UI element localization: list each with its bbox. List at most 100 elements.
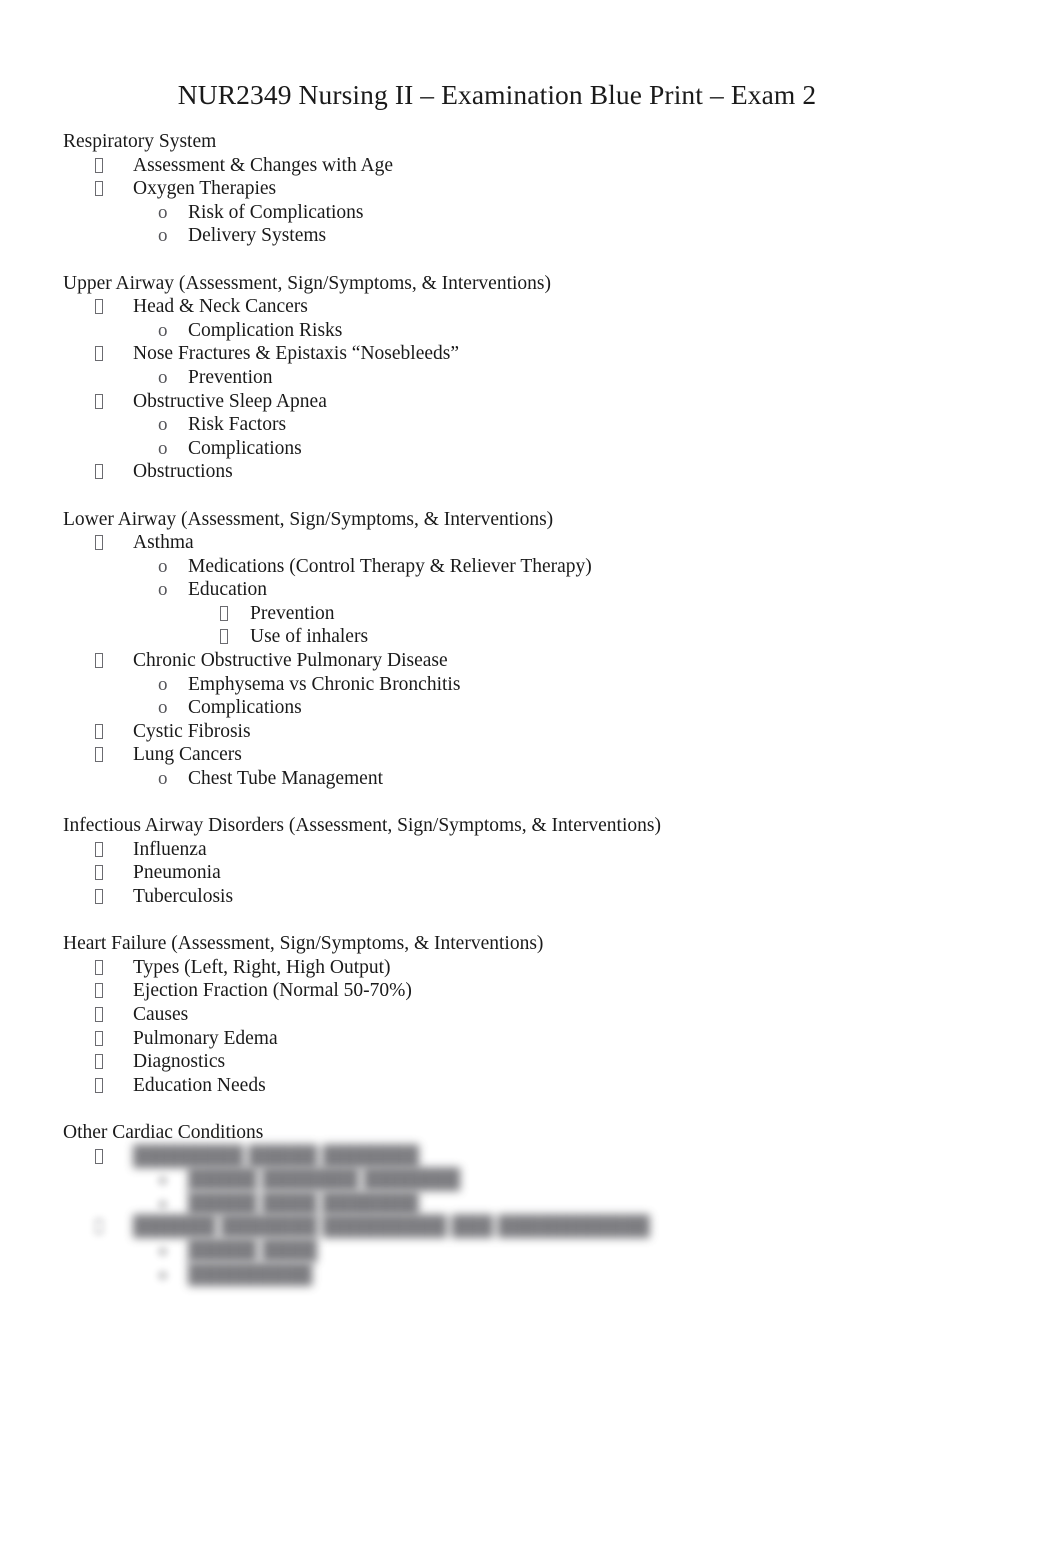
bullet-marker-box-icon [95, 979, 133, 1003]
missing-glyph-box-icon [95, 841, 103, 857]
outline-item-level-1: Ejection Fraction (Normal 50-70%) [63, 979, 1003, 1003]
outline-item-level-1: Pulmonary Edema [63, 1027, 1003, 1051]
bullet-marker-circle-icon: o [158, 673, 168, 695]
outline-item-label: Complication Risks [188, 319, 343, 341]
bullet-marker-circle-icon: o [158, 225, 168, 247]
missing-glyph-box-icon [220, 629, 228, 645]
bullet-marker-circle-icon: o [158, 201, 168, 223]
outline-item-level-2: o Medications (Control Therapy & Reliever… [63, 555, 1003, 579]
outline-content: Respiratory System Assessment & Changes w… [63, 130, 1003, 1286]
outline-item-label: Education [188, 579, 268, 601]
outline-item-level-1: Diagnostics [63, 1050, 1003, 1074]
outline-item-label: Complications [188, 437, 302, 459]
outline-item-label: Influenza [133, 838, 207, 860]
bullet-marker-circle-icon: o [158, 1263, 168, 1285]
outline-item-label: Prevention [188, 366, 273, 388]
outline-item-label: Medications (Control Therapy & Reliever … [188, 555, 592, 577]
bullet-marker-circle-icon: o [158, 579, 168, 601]
bullet-marker-box-icon [220, 602, 250, 626]
outline-item-label: █████ ████ ███████ [188, 1192, 419, 1214]
bullet-marker-box-icon [95, 295, 133, 319]
missing-glyph-box-icon [95, 983, 103, 999]
missing-glyph-box-icon [95, 393, 103, 409]
bullet-marker-circle-icon: o [158, 437, 168, 459]
outline-item-label: Complications [188, 697, 302, 719]
outline-item-label: █████ ███████ ███████ [188, 1169, 461, 1191]
bullet-marker-box-icon [95, 885, 133, 909]
outline-item-level-2: o Delivery Systems [63, 224, 1003, 248]
outline-item-label: Lung Cancers [133, 744, 242, 766]
outline-item-level-1: ██████ ███████ █████████ ███ ███████████ [63, 1215, 1003, 1239]
missing-glyph-box-icon [95, 157, 103, 173]
outline-item-label: Risk Factors [188, 414, 287, 436]
outline-item-label: Emphysema vs Chronic Bronchitis [188, 673, 461, 695]
outline-item-level-1: Cystic Fibrosis [63, 720, 1003, 744]
missing-glyph-box-icon [95, 959, 103, 975]
missing-glyph-box-icon [95, 1219, 103, 1235]
outline-item-label: Causes [133, 1003, 189, 1025]
outline-item-level-1: Head & Neck Cancers [63, 295, 1003, 319]
bullet-marker-box-icon [95, 1215, 133, 1239]
outline-item-label: █████ ████ [188, 1239, 318, 1261]
outline-item-label: Oxygen Therapies [133, 178, 277, 200]
bullet-marker-circle-icon: o [158, 1192, 168, 1214]
outline-item-label: Head & Neck Cancers [133, 296, 308, 318]
missing-glyph-box-icon [95, 865, 103, 881]
bullet-marker-circle-icon: o [158, 414, 168, 436]
outline-item-level-1: Tuberculosis [63, 885, 1003, 909]
bullet-marker-box-icon [220, 625, 250, 649]
outline-item-label: █████████ [188, 1263, 313, 1285]
section-heading: Lower Airway (Assessment, Sign/Symptoms,… [63, 508, 554, 530]
outline-item-level-2: o Risk Factors [63, 413, 1003, 437]
outline-item-level-1: Influenza [63, 838, 1003, 862]
bullet-marker-box-icon [95, 1050, 133, 1074]
bullet-marker-box-icon [95, 838, 133, 862]
missing-glyph-box-icon [95, 653, 103, 669]
outline-item-label: Cystic Fibrosis [133, 720, 251, 742]
missing-glyph-box-icon [95, 464, 103, 480]
outline-item-label: Use of inhalers [250, 626, 369, 648]
bullet-marker-circle-icon: o [158, 319, 168, 341]
bullet-marker-circle-icon: o [158, 697, 168, 719]
missing-glyph-box-icon [95, 723, 103, 739]
outline-item-level-1: Pneumonia [63, 861, 1003, 885]
bullet-marker-box-icon [95, 342, 133, 366]
bullet-marker-circle-icon: o [158, 555, 168, 577]
outline-item-label: Risk of Complications [188, 201, 364, 223]
outline-item-label: Chronic Obstructive Pulmonary Disease [133, 650, 448, 672]
outline-item-label: Asthma [133, 532, 194, 554]
outline-item-label: Ejection Fraction (Normal 50-70%) [133, 980, 412, 1002]
document-body: Respiratory System Assessment & Changes w… [63, 130, 1003, 1286]
outline-item-level-2: o █████████ [63, 1263, 1003, 1287]
outline-item-label: Pneumonia [133, 862, 221, 884]
page-title: NUR2349 Nursing II – Examination Blue Pr… [177, 79, 817, 111]
outline-item-level-1: Education Needs [63, 1074, 1003, 1098]
outline-item-level-2: o Complications [63, 437, 1003, 461]
bullet-marker-box-icon [95, 1027, 133, 1051]
bullet-marker-box-icon [95, 720, 133, 744]
section-heading: Heart Failure (Assessment, Sign/Symptoms… [63, 933, 544, 955]
outline-item-label: Pulmonary Edema [133, 1027, 278, 1049]
outline-item-level-2: o Complication Risks [63, 319, 1003, 343]
missing-glyph-box-icon [95, 1054, 103, 1070]
missing-glyph-box-icon [95, 299, 103, 315]
missing-glyph-box-icon [95, 889, 103, 904]
outline-item-level-1: Chronic Obstructive Pulmonary Disease [63, 649, 1003, 673]
outline-item-label: Types (Left, Right, High Output) [133, 956, 391, 978]
missing-glyph-box-icon [95, 747, 103, 763]
outline-item-level-3: Prevention [63, 602, 1003, 626]
bullet-marker-box-icon [95, 177, 133, 201]
bullet-marker-box-icon [95, 154, 133, 178]
outline-item-level-2: o Emphysema vs Chronic Bronchitis [63, 673, 1003, 697]
bullet-marker-box-icon [95, 1074, 133, 1098]
outline-item-label: ████████ █████ ███████ [133, 1145, 420, 1167]
outline-item-level-1: Causes [63, 1003, 1003, 1027]
missing-glyph-box-icon [95, 1148, 103, 1164]
bullet-marker-circle-icon: o [158, 768, 168, 790]
bullet-marker-box-icon [95, 1003, 133, 1027]
bullet-marker-box-icon [95, 460, 133, 484]
outline-item-level-1: Obstructive Sleep Apnea [63, 390, 1003, 414]
